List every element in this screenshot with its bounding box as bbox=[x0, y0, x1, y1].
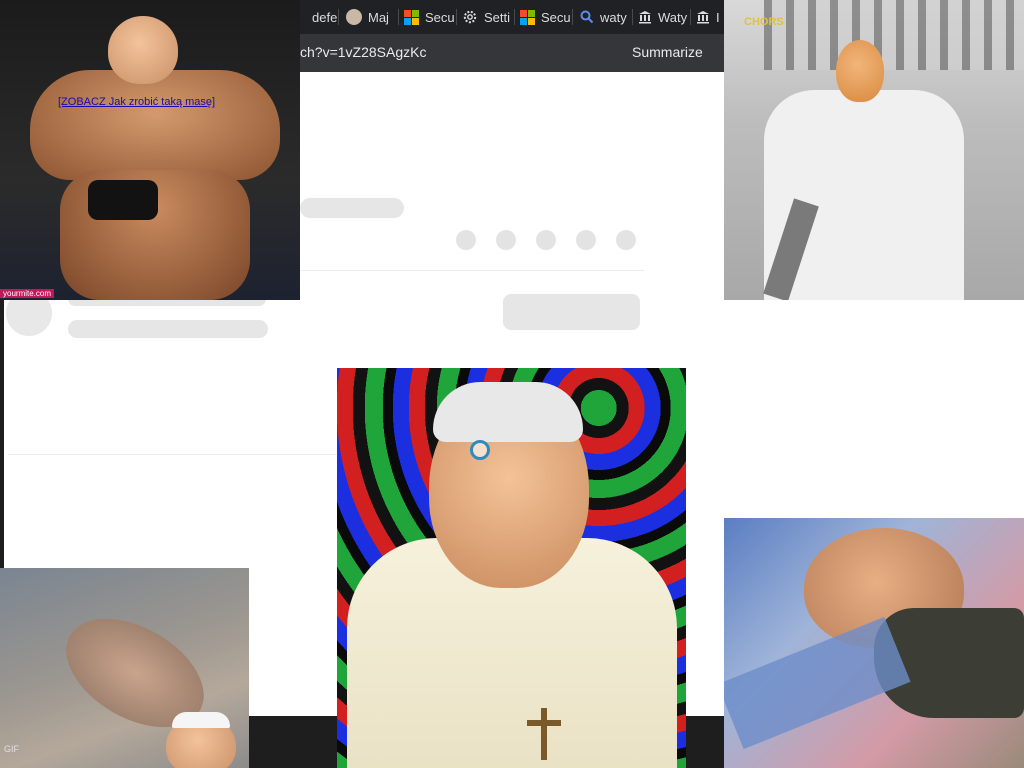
tab-museum-2[interactable]: I bbox=[696, 0, 724, 34]
hair-shape bbox=[433, 382, 583, 442]
watermark: GIF bbox=[4, 744, 19, 754]
skeleton-title bbox=[300, 198, 404, 218]
promo-link[interactable]: [ZOBACZ Jak zrobić taką masę] bbox=[58, 96, 215, 108]
tab-separator bbox=[514, 9, 515, 25]
skeleton-action-dot bbox=[456, 230, 476, 250]
search-icon bbox=[580, 10, 594, 24]
summarize-button[interactable]: Summarize bbox=[632, 44, 703, 60]
tab-label: I bbox=[716, 9, 720, 25]
skeleton-divider bbox=[300, 270, 644, 271]
tab-separator bbox=[398, 9, 399, 25]
hanging-meat bbox=[764, 0, 1024, 70]
tab-separator bbox=[690, 9, 691, 25]
cross-shape bbox=[527, 720, 561, 726]
torso-shape bbox=[30, 70, 280, 180]
face-shape bbox=[836, 40, 884, 102]
tab-museum-1[interactable]: Waty bbox=[638, 0, 690, 34]
sleeve-shape bbox=[724, 616, 911, 750]
tab-defe[interactable]: defe bbox=[312, 0, 340, 34]
skeleton-action-dot bbox=[576, 230, 596, 250]
tab-separator bbox=[632, 9, 633, 25]
skeleton-button bbox=[503, 294, 640, 330]
tab-label: Waty bbox=[658, 9, 688, 25]
skeleton-line bbox=[68, 320, 268, 338]
bottom-right-image bbox=[724, 518, 1024, 768]
microsoft-icon bbox=[520, 9, 535, 25]
face-shape bbox=[108, 16, 178, 84]
shorts-shape bbox=[88, 180, 158, 220]
tab-settings[interactable]: Setti bbox=[462, 0, 512, 34]
tab-maj[interactable]: Maj bbox=[346, 0, 396, 34]
museum-icon bbox=[639, 11, 651, 24]
skeleton-action-dot bbox=[536, 230, 556, 250]
skullcap-shape bbox=[172, 712, 230, 728]
avatar-icon bbox=[346, 9, 362, 25]
skeleton-divider bbox=[8, 454, 338, 455]
dark-strip bbox=[0, 300, 4, 570]
channel-caption: CHORS bbox=[744, 16, 784, 28]
cross-shape bbox=[541, 708, 547, 760]
tab-security-2[interactable]: Secu bbox=[520, 0, 570, 34]
tab-search[interactable]: waty bbox=[580, 0, 632, 34]
bottom-left-image: GIF bbox=[0, 568, 249, 768]
skeleton-action-dot bbox=[496, 230, 516, 250]
tab-label: Secu bbox=[425, 9, 454, 25]
tab-label: Secu bbox=[541, 9, 570, 25]
tab-label: Setti bbox=[484, 9, 511, 25]
url-text[interactable]: ch?v=1vZ28SAgzKc bbox=[300, 44, 426, 60]
tab-separator bbox=[338, 9, 339, 25]
microsoft-icon bbox=[404, 9, 419, 25]
tab-label: Maj bbox=[368, 9, 389, 25]
tab-label: defe bbox=[312, 9, 338, 25]
tab-security-1[interactable]: Secu bbox=[404, 0, 454, 34]
watermark: yourmite.com bbox=[0, 289, 55, 298]
butcher-image: CHORS bbox=[724, 0, 1024, 300]
portrait-image bbox=[337, 368, 686, 768]
museum-icon bbox=[697, 11, 709, 24]
skeleton-action-dot bbox=[616, 230, 636, 250]
tab-label: waty bbox=[600, 9, 627, 25]
bodybuilder-image: [ZOBACZ Jak zrobić taką masę] yourmite.c… bbox=[0, 0, 300, 300]
tab-separator bbox=[572, 9, 573, 25]
tab-separator bbox=[456, 9, 457, 25]
gear-icon bbox=[463, 10, 477, 24]
cursor-ring-icon bbox=[470, 440, 490, 460]
